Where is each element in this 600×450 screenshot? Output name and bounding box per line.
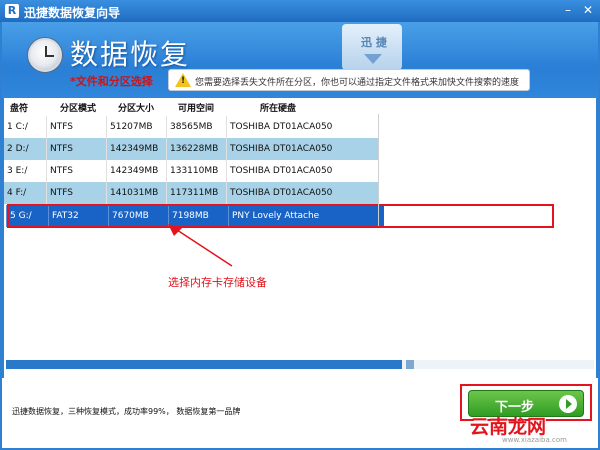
app-icon: R	[5, 4, 19, 18]
watermark-logo: 云南龙网	[470, 416, 547, 438]
page-title: 数据恢复	[70, 38, 191, 71]
next-arrow-icon	[559, 395, 577, 413]
row-free: 136228MB	[166, 138, 226, 160]
close-button[interactable]: ✕	[580, 3, 596, 17]
column-header-free: 可用空间	[178, 104, 215, 114]
recovery-wizard-window: R 迅捷数据恢复向导 – ✕ 数据恢复 *文件和分区选择 迅 捷 ! 您需要选择…	[0, 0, 600, 450]
notice-box: ! 您需要选择丢失文件所在分区，你也可以通过指定文件格式来加快文件搜索的速度	[168, 69, 530, 91]
step-subtitle: *文件和分区选择	[70, 75, 153, 88]
column-header-mode: 分区模式	[60, 104, 97, 114]
brand-badge-text: 迅 捷	[361, 36, 387, 49]
horizontal-scrollbar[interactable]	[6, 360, 594, 369]
watermark-url: www.xiazaiba.com	[502, 436, 567, 444]
list-divider	[378, 114, 379, 226]
partition-list-panel: 盘符 分区模式 分区大小 可用空间 所在硬盘 1 C:/ NTFS 51207M…	[4, 98, 596, 378]
annotation-arrow	[168, 224, 233, 267]
footer: 迅捷数据恢复，三种恢复模式，成功率99%， 数据恢复第一品牌 下一步 云南龙网 …	[2, 378, 598, 448]
clock-icon	[28, 38, 62, 72]
row-drive: 3 E:/	[7, 166, 28, 176]
warning-icon: !	[175, 73, 191, 87]
row-size: 142349MB	[106, 138, 166, 160]
row-drive: 4 F:/	[7, 188, 27, 198]
selection-highlight-frame	[7, 204, 554, 228]
notice-text: 您需要选择丢失文件所在分区，你也可以通过指定文件格式来加快文件搜索的速度	[195, 78, 520, 88]
annotation-text: 选择内存卡存储设备	[168, 276, 267, 289]
row-drive: 2 D:/	[7, 144, 29, 154]
row-size: 51207MB	[106, 116, 166, 138]
column-header-size: 分区大小	[118, 104, 155, 114]
footer-slogan: 迅捷数据恢复，三种恢复模式，成功率99%， 数据恢复第一品牌	[12, 407, 241, 416]
row-mode: NTFS	[46, 160, 106, 182]
row-disk: TOSHIBA DT01ACA050	[226, 138, 378, 160]
table-row[interactable]: 2 D:/ NTFS 142349MB 136228MB TOSHIBA DT0…	[4, 138, 378, 160]
row-disk: TOSHIBA DT01ACA050	[226, 160, 378, 182]
table-row[interactable]: 1 C:/ NTFS 51207MB 38565MB TOSHIBA DT01A…	[4, 116, 378, 138]
row-disk: TOSHIBA DT01ACA050	[226, 116, 378, 138]
row-mode: NTFS	[46, 116, 106, 138]
row-size: 142349MB	[106, 160, 166, 182]
row-size: 141031MB	[106, 182, 166, 204]
row-drive: 1 C:/	[7, 122, 28, 132]
scrollbar-arrow[interactable]	[406, 360, 414, 369]
column-header-drive: 盘符	[10, 104, 29, 114]
row-disk: TOSHIBA DT01ACA050	[226, 182, 378, 204]
row-free: 133110MB	[166, 160, 226, 182]
table-row[interactable]: 3 E:/ NTFS 142349MB 133110MB TOSHIBA DT0…	[4, 160, 378, 182]
minimize-button[interactable]: –	[560, 3, 576, 17]
scrollbar-thumb[interactable]	[6, 360, 402, 369]
header-banner: 数据恢复 *文件和分区选择 迅 捷 ! 您需要选择丢失文件所在分区，你也可以通过…	[2, 22, 598, 98]
row-mode: NTFS	[46, 182, 106, 204]
window-title: 迅捷数据恢复向导	[24, 6, 121, 20]
row-mode: NTFS	[46, 138, 106, 160]
column-header-disk: 所在硬盘	[260, 104, 297, 114]
row-free: 38565MB	[166, 116, 226, 138]
brand-badge: 迅 捷	[342, 24, 402, 70]
table-row[interactable]: 4 F:/ NTFS 141031MB 117311MB TOSHIBA DT0…	[4, 182, 378, 204]
row-free: 117311MB	[166, 182, 226, 204]
title-bar: R 迅捷数据恢复向导 – ✕	[0, 0, 600, 22]
